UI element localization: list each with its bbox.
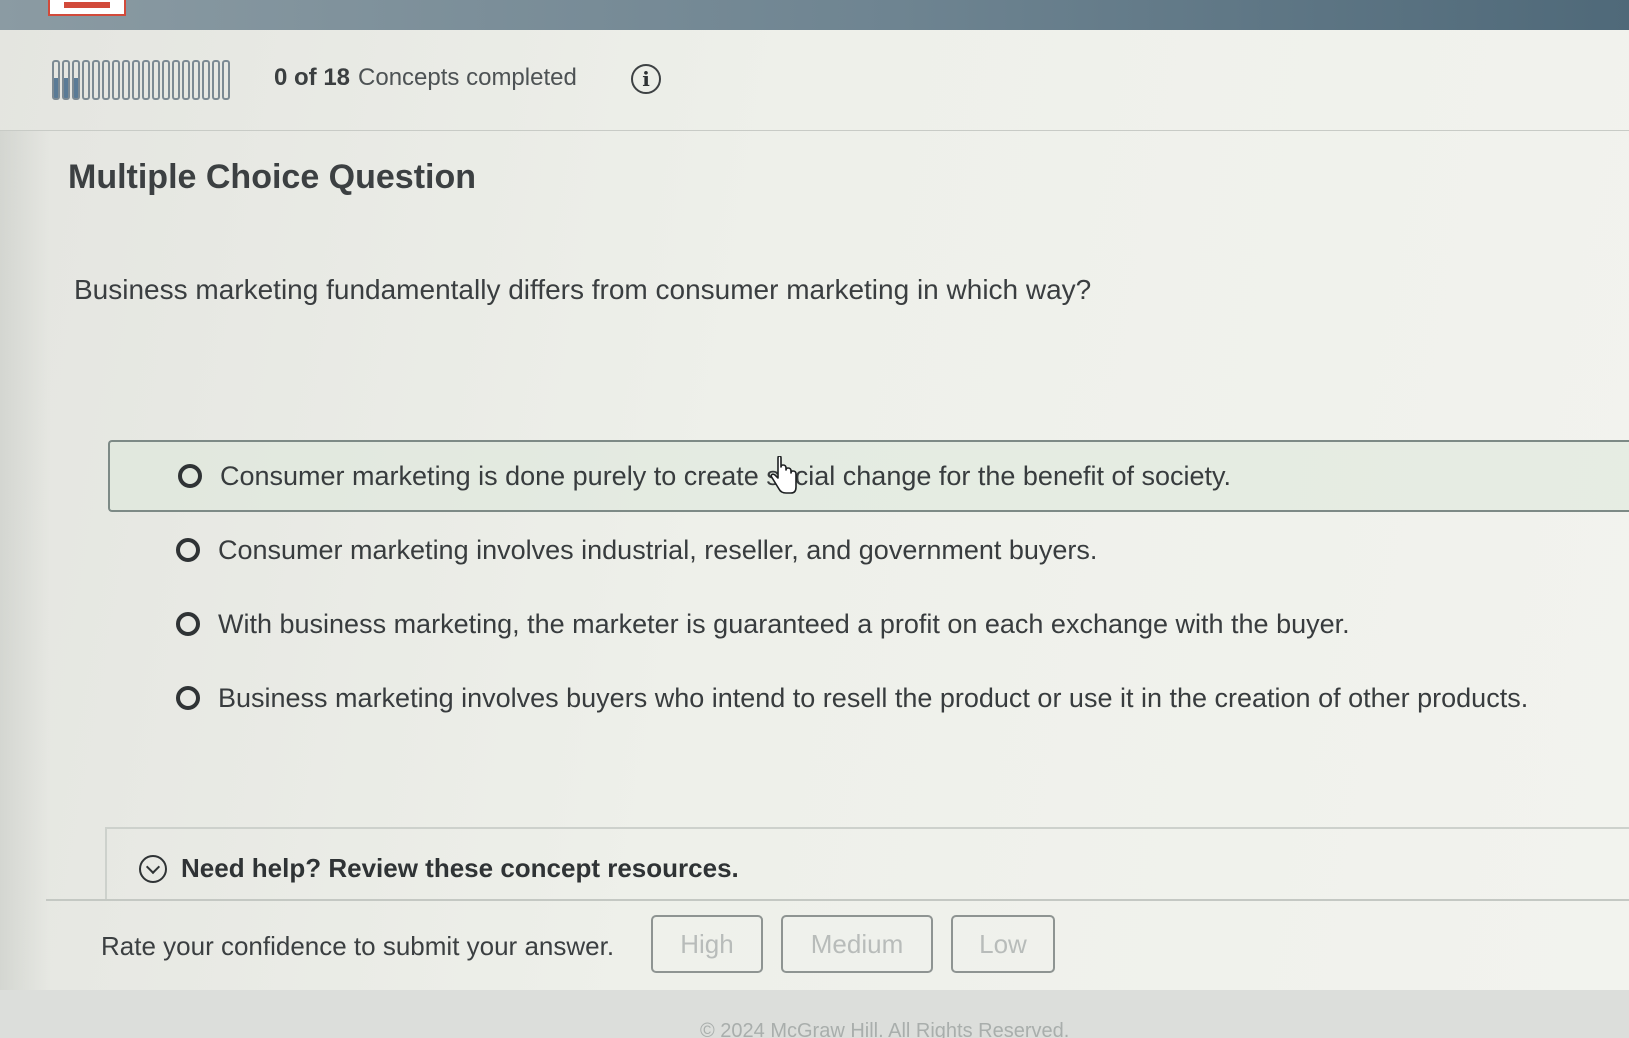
progress-segment (132, 60, 140, 100)
progress-segment (112, 60, 120, 100)
progress-segment (192, 60, 200, 100)
progress-segment (72, 60, 80, 100)
answer-option-label: With business marketing, the marketer is… (218, 608, 1350, 639)
concept-resources-label: Need help? Review these concept resource… (181, 853, 739, 883)
concept-resources-panel: Need help? Review these concept resource… (105, 827, 1629, 899)
concept-resources-toggle[interactable]: Need help? Review these concept resource… (139, 853, 739, 884)
progress-segment (102, 60, 110, 100)
confidence-bar: Rate your confidence to submit your answ… (46, 899, 1629, 999)
progress-segment (222, 60, 230, 100)
progress-segment (172, 60, 180, 100)
hand-pointer-cursor-icon (770, 456, 797, 494)
progress-segment (152, 60, 160, 100)
radio-button[interactable] (176, 686, 200, 710)
confidence-high-button[interactable]: High (651, 915, 763, 973)
answer-option-1[interactable]: Consumer marketing is done purely to cre… (108, 440, 1629, 512)
radio-button[interactable] (176, 538, 200, 562)
answer-option-label: Consumer marketing is done purely to cre… (220, 460, 1232, 491)
progress-segment (92, 60, 100, 100)
answer-options: Consumer marketing is done purely to cre… (108, 440, 1629, 736)
progress-segment (162, 60, 170, 100)
concept-progress-bar (52, 60, 230, 100)
progress-segment (82, 60, 90, 100)
copyright-footer: © 2024 McGraw Hill. All Rights Reserved. (700, 1020, 1070, 1038)
concepts-completed: 0 of 18 Concepts completed (274, 64, 577, 92)
progress-segment (122, 60, 130, 100)
progress-segment (202, 60, 210, 100)
page: 0 of 18 Concepts completed i Multiple Cho… (0, 0, 1629, 1038)
answer-option-3[interactable]: With business marketing, the marketer is… (108, 588, 1629, 660)
question-type-title: Multiple Choice Question (68, 158, 477, 196)
answer-option-label: Consumer marketing involves industrial, … (218, 534, 1098, 565)
question-prompt: Business marketing fundamentally differs… (74, 274, 1092, 305)
answer-option-4[interactable]: Business marketing involves buyers who i… (108, 662, 1629, 734)
top-bar (0, 0, 1629, 30)
progress-segment (182, 60, 190, 100)
answer-option-2[interactable]: Consumer marketing involves industrial, … (108, 514, 1629, 586)
chevron-down-icon (139, 854, 167, 883)
progress-segment (212, 60, 220, 100)
left-edge-shadow (0, 130, 50, 990)
confidence-medium-button[interactable]: Medium (781, 915, 933, 973)
progress-segment (62, 60, 70, 100)
answer-option-label: Business marketing involves buyers who i… (218, 682, 1529, 713)
progress-segment (52, 60, 60, 100)
progress-header: 0 of 18 Concepts completed i (0, 30, 1629, 131)
confidence-prompt: Rate your confidence to submit your answ… (101, 931, 615, 961)
progress-segment (142, 60, 150, 100)
confidence-low-button[interactable]: Low (951, 915, 1055, 973)
radio-button[interactable] (178, 464, 202, 488)
radio-button[interactable] (176, 612, 200, 636)
brand-logo[interactable] (48, 0, 126, 16)
concepts-count: 0 of 18 (274, 64, 351, 91)
info-icon[interactable]: i (631, 64, 661, 94)
concepts-label: Concepts completed (358, 64, 577, 91)
